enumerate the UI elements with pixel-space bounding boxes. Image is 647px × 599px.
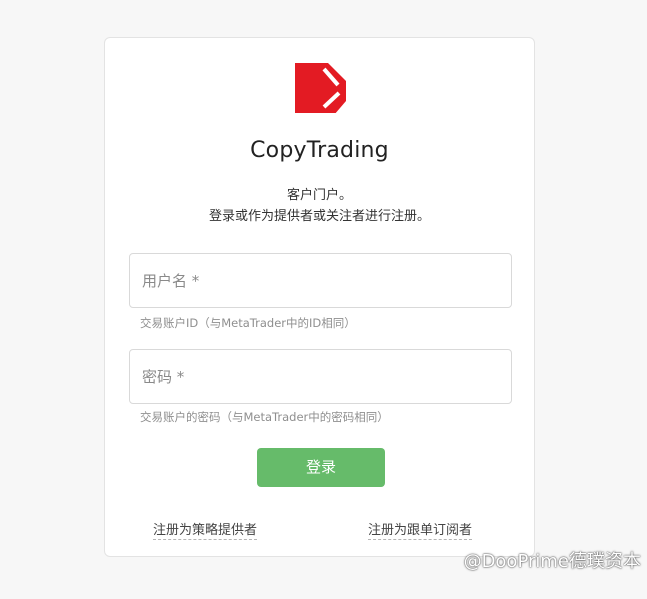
login-button[interactable]: 登录 bbox=[257, 448, 385, 487]
brand-logo-icon bbox=[295, 63, 346, 113]
register-provider-link[interactable]: 注册为策略提供者 bbox=[153, 519, 258, 540]
username-input[interactable] bbox=[130, 254, 511, 307]
watermark: @DooPrime德璞资本 bbox=[463, 551, 641, 572]
intro-line-1: 客户门户。 bbox=[286, 188, 352, 203]
password-input[interactable] bbox=[130, 350, 511, 403]
register-follower-link[interactable]: 注册为跟单订阅者 bbox=[368, 519, 473, 540]
password-hint: 交易账户的密码（与MetaTrader中的密码相同） bbox=[140, 410, 389, 424]
brand-logo bbox=[295, 63, 346, 113]
username-hint: 交易账户ID（与MetaTrader中的ID相同） bbox=[140, 316, 356, 330]
intro-line-2: 登录或作为提供者或关注者进行注册。 bbox=[208, 209, 430, 224]
username-field-box bbox=[129, 253, 512, 308]
login-card: CopyTrading 客户门户。 登录或作为提供者或关注者进行注册。 交易账户… bbox=[104, 37, 535, 557]
page-title: CopyTrading bbox=[250, 138, 389, 163]
password-field-box bbox=[129, 349, 512, 404]
